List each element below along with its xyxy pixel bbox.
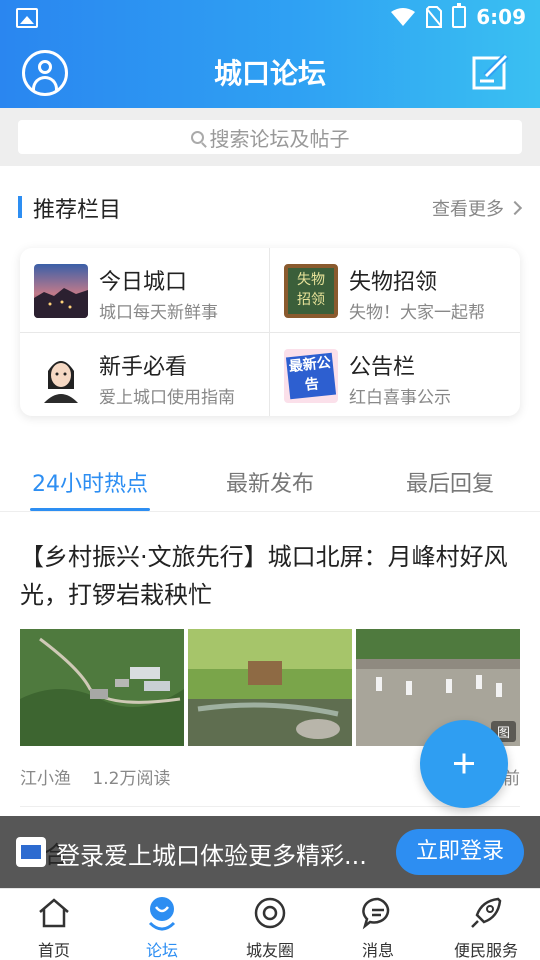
add-post-button[interactable] [420, 720, 508, 808]
recommend-grid: 今日城口 城口每天新鲜事 失物招领 失物招领 失物！大家一起帮 新手必看 爱上城… [20, 248, 520, 416]
recommend-card-today[interactable]: 今日城口 城口每天新鲜事 [20, 248, 269, 332]
today-thumb [34, 264, 88, 318]
status-right: 6:09 [390, 3, 526, 29]
post-reads: 1.2万阅读 [92, 769, 171, 789]
search-input[interactable]: 搜索论坛及帖子 [18, 120, 522, 154]
search-icon [190, 130, 204, 144]
nav-item-messages[interactable]: 消息 [324, 895, 432, 960]
wifi-icon [391, 8, 416, 26]
page-title: 城口论坛 [213, 57, 326, 90]
nav-item-forum[interactable]: 论坛 [108, 895, 216, 960]
section-accent-bar [18, 196, 22, 218]
recommend-card-lost-found[interactable]: 失物招领 失物招领 失物！大家一起帮 [270, 248, 519, 332]
search-placeholder: 搜索论坛及帖子 [209, 126, 350, 151]
notice-thumb: 最新公告 [284, 349, 338, 403]
section-title: 推荐栏目 [33, 198, 122, 223]
active-tab-indicator [30, 508, 150, 511]
post-image-1[interactable] [20, 629, 184, 746]
recommend-card-beginner[interactable]: 新手必看 爱上城口使用指南 [20, 333, 269, 417]
app-header: 6:09 城口论坛 [0, 0, 540, 108]
chevron-right-icon [507, 200, 523, 216]
post-meta: 江小渔 1.2万阅读 [20, 764, 170, 789]
app-logo-icon [16, 837, 46, 867]
compose-post-icon[interactable] [472, 52, 510, 90]
lost-found-thumb: 失物招领 [284, 264, 338, 318]
battery-icon [452, 3, 467, 28]
status-time: 6:09 [476, 5, 526, 29]
rocket-icon [471, 897, 502, 928]
nav-item-circle[interactable]: 城友圈 [216, 895, 324, 960]
tab-latest[interactable]: 最新发布 [180, 466, 360, 498]
no-sim-icon [426, 6, 443, 28]
divider [20, 806, 520, 807]
circle-icon [254, 897, 286, 929]
home-icon [39, 898, 69, 928]
beginner-avatar-thumb [34, 349, 88, 403]
post-image-2[interactable] [188, 629, 352, 746]
login-banner: 登录爱上城口体验更多精彩... 立即登录 [0, 816, 540, 888]
login-button[interactable]: 立即登录 [396, 829, 524, 875]
post-title[interactable]: 【乡村振兴·文旅先行】城口北屏：月峰村好风光，打锣岩栽秧忙 [20, 538, 520, 614]
view-more-link[interactable]: 查看更多 [432, 195, 523, 221]
nav-item-services[interactable]: 便民服务 [432, 895, 540, 960]
tab-last-reply[interactable]: 最后回复 [360, 466, 540, 498]
search-area: 搜索论坛及帖子 [0, 108, 540, 166]
forum-icon [148, 897, 176, 931]
bottom-nav: 首页 论坛 城友圈 消息 便民服务 [0, 888, 540, 960]
post-author[interactable]: 江小渔 [20, 769, 71, 789]
status-bar: 6:09 [0, 0, 540, 36]
recommend-card-notice[interactable]: 最新公告 公告栏 红白喜事公示 [270, 333, 519, 417]
login-banner-text: 登录爱上城口体验更多精彩... [56, 842, 367, 870]
tab-hot-24h[interactable]: 24小时热点 [0, 466, 180, 498]
gallery-notification-icon [16, 8, 38, 28]
nav-item-home[interactable]: 首页 [0, 895, 108, 960]
feed-tabs: 24小时热点 最新发布 最后回复 [0, 460, 540, 512]
message-icon [362, 897, 390, 930]
